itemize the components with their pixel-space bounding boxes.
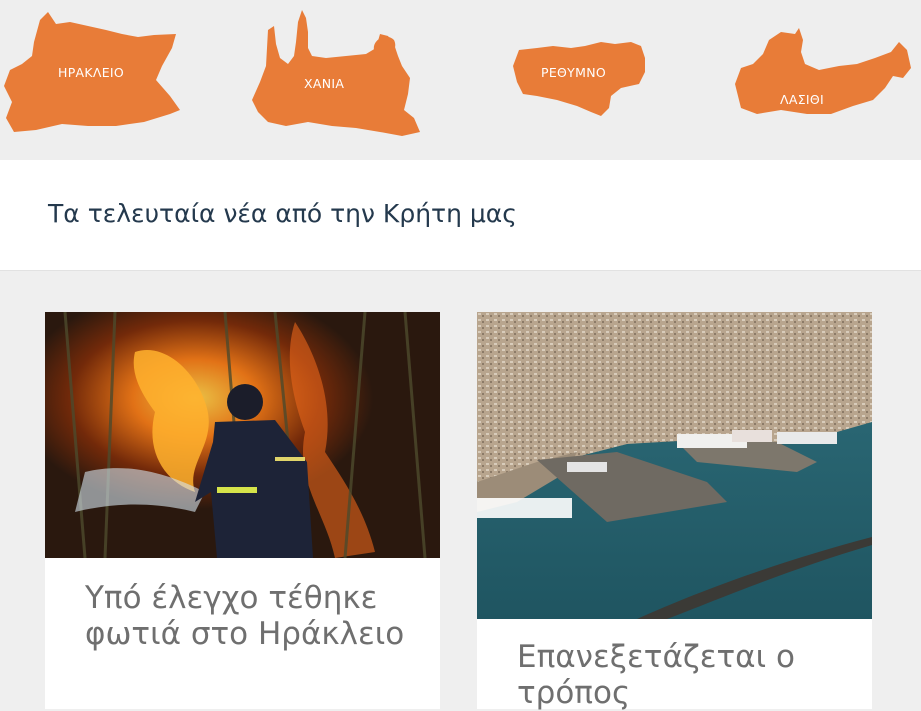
article-image-port bbox=[477, 312, 872, 619]
article-image-fire bbox=[45, 312, 440, 558]
region-label: ΗΡΑΚΛΕΙΟ bbox=[58, 65, 125, 80]
region-heraklion-link[interactable]: ΗΡΑΚΛΕΙΟ bbox=[4, 10, 182, 135]
article-title[interactable]: Υπό έλεγχο τέθηκε φωτιά στο Ηράκλειο bbox=[85, 580, 405, 652]
section-heading: Τα τελευταία νέα από την Κρήτη μας bbox=[48, 199, 517, 228]
article-card-port[interactable]: Επανεξετάζεται ο τρόπος bbox=[477, 312, 872, 711]
article-card-fire[interactable]: Υπό έλεγχο τέθηκε φωτιά στο Ηράκλειο bbox=[45, 312, 440, 709]
region-chania-link[interactable]: ΧΑΝΙΑ bbox=[252, 8, 420, 138]
region-label: ΧΑΝΙΑ bbox=[304, 76, 345, 91]
region-lasithi-link[interactable]: ΛΑΣΙΘΙ bbox=[735, 28, 915, 118]
lasithi-map-icon bbox=[735, 28, 911, 114]
region-rethymno-link[interactable]: ΡΕΘΥΜΝΟ bbox=[513, 42, 649, 117]
region-label: ΛΑΣΙΘΙ bbox=[780, 92, 825, 107]
chania-map-icon bbox=[252, 10, 420, 136]
article-title[interactable]: Επανεξετάζεται ο τρόπος bbox=[517, 639, 837, 711]
region-label: ΡΕΘΥΜΝΟ bbox=[541, 65, 606, 80]
region-map-bar: ΗΡΑΚΛΕΙΟ ΧΑΝΙΑ ΡΕΘΥΜΝΟ ΛΑΣΙΘΙ bbox=[0, 0, 921, 160]
